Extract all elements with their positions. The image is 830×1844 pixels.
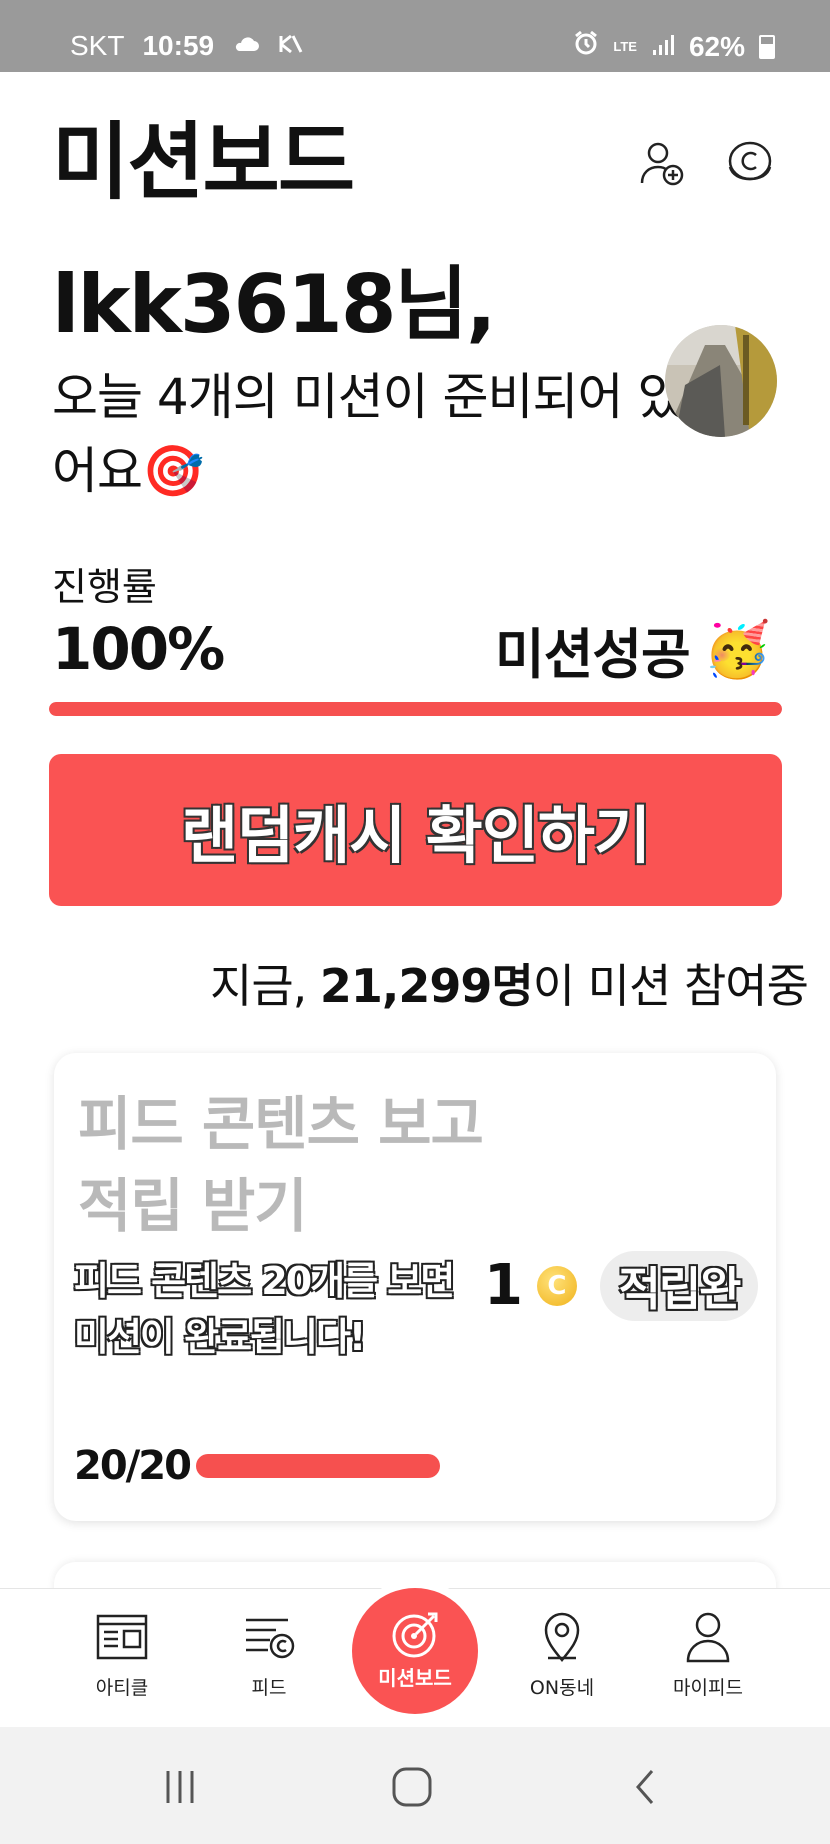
home-icon[interactable] [382,1763,442,1811]
nav-label-on-neighborhood: ON동네 [529,1677,595,1699]
network-type: LTE [613,38,637,54]
mission-description: 피드 콘텐츠 20개를 보면 미션이 완료됩니다! [74,1259,455,1359]
carrier-label: SKT [70,30,125,61]
ticker-prefix: 지금, [210,959,307,1013]
target-emoji-icon: 🎯 [142,442,204,500]
nav-item-my-feed[interactable]: 마이피드 [653,1609,763,1700]
recent-apps-icon[interactable] [150,1763,210,1811]
ticker-suffix: 이 미션 참여중 [532,959,809,1013]
signal-icon [651,31,675,63]
progress-bar [49,702,782,716]
nav-item-on-neighborhood[interactable]: ON동네 [507,1609,617,1700]
article-icon [67,1609,177,1665]
add-friend-icon[interactable] [637,138,687,188]
nav-item-mission-board[interactable]: 미션보드 [352,1588,478,1714]
nav-item-feed[interactable]: 피드 [214,1609,324,1700]
status-badge: 적립완 [600,1251,758,1321]
battery-percent: 62% [688,30,745,62]
person-icon [653,1609,763,1665]
mission-progress-text: 20/20 [74,1443,192,1489]
app-notification-icon [278,30,304,62]
page-title: 미션보드 [52,113,355,211]
progress-bar-fill [49,702,782,716]
participation-ticker: 지금, 21,299명이 미션 참여중 [210,950,809,1016]
nav-label-my-feed: 마이피드 [673,1677,743,1699]
battery-icon [759,34,775,59]
nav-label-feed: 피드 [251,1677,287,1699]
coin-icon[interactable] [725,138,775,188]
mission-status-text: 미션성공 [495,623,691,686]
random-cash-button[interactable]: 랜덤캐시 확인하기 [49,754,782,906]
mission-reward: 1 C [484,1253,577,1318]
target-icon [352,1610,478,1658]
nav-item-article[interactable]: 아티클 [67,1609,177,1700]
mission-progress: 20/20 [74,1443,440,1489]
mission-progress-fill [195,1454,440,1478]
reward-amount: 1 [484,1253,523,1318]
progress-value: 100% [52,615,225,683]
avatar[interactable] [665,325,777,437]
system-nav-bar [0,1727,830,1844]
greeting-message: 오늘 4개의 미션이 준비되어 있어요🎯 [52,360,692,508]
back-icon[interactable] [615,1763,675,1811]
coin-symbol: C [547,1270,567,1301]
feed-icon [214,1609,324,1665]
mission-title: 피드 콘텐츠 보고 적립 받기 [78,1090,484,1240]
status-bar: SKT 10:59 LTE 62% [0,0,830,72]
nav-label-article: 아티클 [95,1677,149,1699]
mission-progress-bar [195,1454,440,1478]
mission-status: 미션성공 🥳 [495,610,771,689]
mission-card[interactable]: 피드 콘텐츠 보고 적립 받기 피드 콘텐츠 20개를 보면 미션이 완료됩니다… [54,1053,776,1521]
alarm-icon [573,30,599,63]
nav-label-mission-board: 미션보드 [378,1666,452,1690]
location-pin-icon [507,1609,617,1665]
ticker-count: 21,299명 [319,959,534,1013]
greeting-username: lkk3618님, [52,258,496,351]
party-face-icon: 🥳 [703,617,771,681]
weather-icon [232,30,260,62]
clock: 10:59 [142,30,215,61]
progress-label: 진행률 [52,565,157,609]
coin-icon: C [536,1265,577,1306]
